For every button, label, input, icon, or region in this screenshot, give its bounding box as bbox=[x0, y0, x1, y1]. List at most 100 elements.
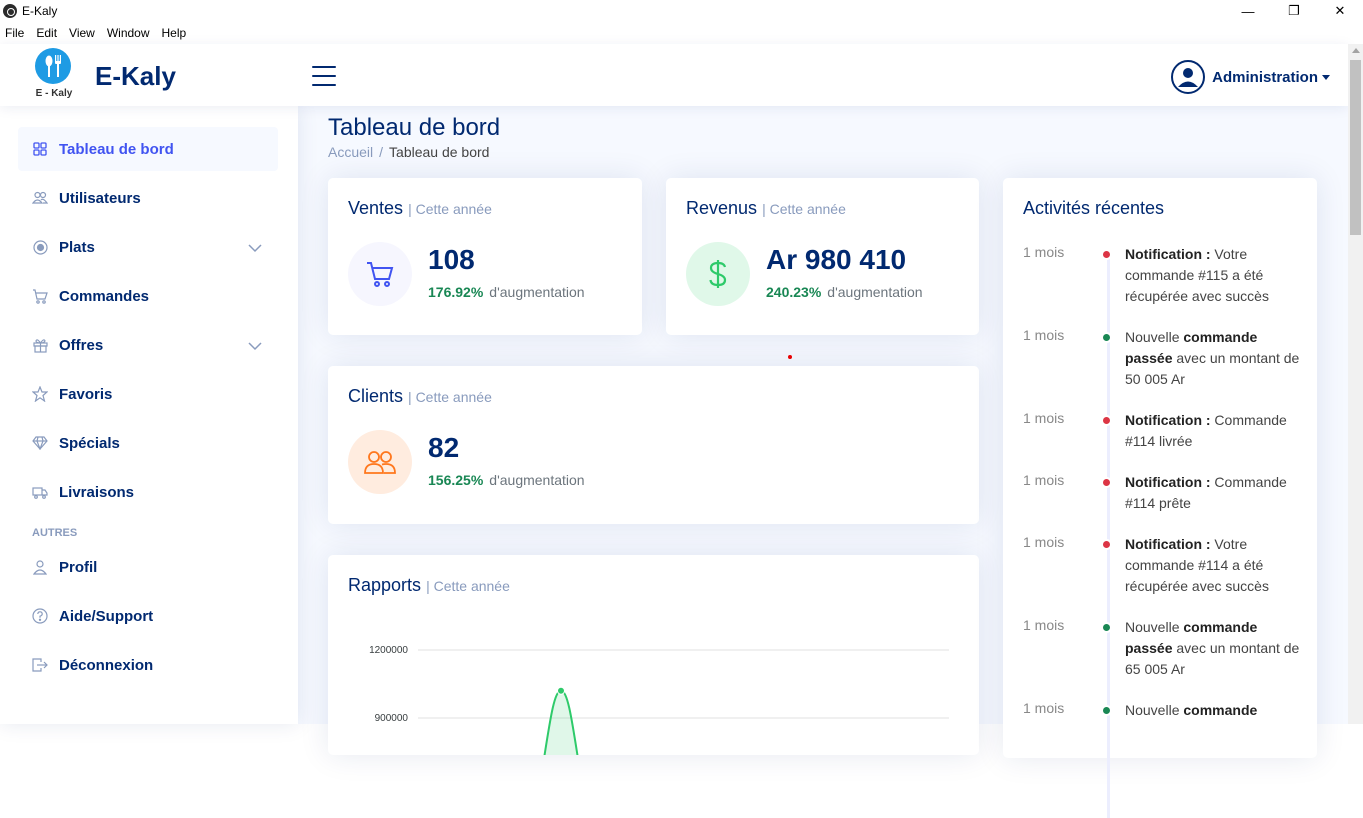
marker-dot bbox=[788, 355, 792, 359]
activity-dot-icon bbox=[1101, 705, 1112, 716]
card-title-text: Revenus bbox=[686, 198, 758, 218]
sidebar-item-label: Livraisons bbox=[59, 483, 135, 501]
menu-window[interactable]: Window bbox=[107, 26, 150, 40]
card-title: Activités récentes bbox=[1023, 198, 1165, 218]
caret-down-icon bbox=[1322, 74, 1330, 80]
menu-toggle-icon[interactable] bbox=[312, 66, 336, 86]
chart-data-point[interactable] bbox=[557, 686, 565, 695]
maximize-button[interactable]: ❐ bbox=[1271, 0, 1317, 22]
window-title: E-Kaly bbox=[22, 4, 58, 18]
reports-chart: 1200000 900000 bbox=[369, 645, 949, 755]
sidebar-item-aide-support[interactable]: Aide/Support bbox=[18, 594, 278, 638]
recent-activity-card: Activités récentes 1 mois Notification : … bbox=[1003, 178, 1317, 818]
person-icon bbox=[32, 559, 48, 575]
card-title: Clients | Cette année bbox=[348, 386, 492, 407]
main-content: Tableau de bord Accueil / Tableau de bord … bbox=[298, 106, 1348, 818]
revenue-pct: 240.23% bbox=[766, 284, 822, 300]
sidebar-item-specials[interactable]: Spécials bbox=[18, 421, 278, 465]
card-period: | Cette année bbox=[408, 201, 492, 217]
menu-edit[interactable]: Edit bbox=[36, 26, 57, 40]
activity-text: Notification : Commande #114 prête bbox=[1125, 474, 1287, 511]
sidebar-item-label: Offres bbox=[59, 336, 104, 354]
logo[interactable]: E - Kaly bbox=[32, 48, 76, 102]
trend-label: d'augmentation bbox=[489, 472, 585, 488]
sales-value: 108 bbox=[428, 244, 475, 275]
activity-text: Nouvelle commande bbox=[1125, 702, 1258, 718]
box-arrow-right-icon bbox=[32, 657, 48, 673]
activity-time: 1 mois bbox=[1023, 534, 1065, 550]
sidebar-item-plats[interactable]: Plats bbox=[18, 225, 278, 269]
y-tick-label: 1200000 bbox=[369, 645, 408, 656]
revenue-value: Ar 980 410 bbox=[766, 244, 907, 275]
window-titlebar: E-Kaly — ❐ ✕ bbox=[0, 0, 1363, 22]
app-header: E - Kaly E-Kaly Administration bbox=[0, 44, 1348, 106]
sidebar-item-label: Plats bbox=[59, 238, 95, 256]
card-period: | Cette année bbox=[426, 578, 510, 594]
window-controls: — ❐ ✕ bbox=[1225, 0, 1363, 22]
customers-trend: 156.25% d'augmentation bbox=[428, 472, 585, 488]
activity-dot-icon bbox=[1101, 249, 1112, 260]
sidebar-item-label: Déconnexion bbox=[59, 656, 154, 674]
sidebar-item-label: Commandes bbox=[59, 287, 150, 305]
close-button[interactable]: ✕ bbox=[1317, 0, 1363, 22]
chevron-down-icon[interactable] bbox=[248, 338, 262, 355]
page-scrollbar[interactable] bbox=[1348, 44, 1363, 724]
breadcrumb: Accueil / Tableau de bord bbox=[328, 144, 489, 160]
people-icon bbox=[348, 430, 412, 494]
trend-label: d'augmentation bbox=[489, 284, 585, 300]
menu-view[interactable]: View bbox=[69, 26, 95, 40]
sidebar-item-favoris[interactable]: Favoris bbox=[18, 372, 278, 416]
menu-file[interactable]: File bbox=[5, 26, 24, 40]
activity-text: Nouvelle commande passée avec un montant… bbox=[1125, 619, 1300, 677]
sidebar-item-label: Profil bbox=[59, 558, 98, 576]
sidebar-item-tableau-de-bord[interactable]: Tableau de bord bbox=[18, 127, 278, 171]
revenue-trend: 240.23% d'augmentation bbox=[766, 284, 923, 300]
sidebar-item-commandes[interactable]: Commandes bbox=[18, 274, 278, 318]
currency-dollar-icon bbox=[686, 242, 750, 306]
sidebar-item-profil[interactable]: Profil bbox=[18, 545, 278, 589]
customers-card: Clients | Cette année 82 156.25% d'augmen… bbox=[328, 366, 979, 524]
card-title: Rapports | Cette année bbox=[348, 575, 510, 596]
menu-help[interactable]: Help bbox=[162, 26, 187, 40]
y-tick-label: 900000 bbox=[375, 713, 409, 724]
card-title: Revenus | Cette année bbox=[686, 198, 846, 219]
activity-time: 1 mois bbox=[1023, 327, 1065, 343]
activity-time: 1 mois bbox=[1023, 472, 1065, 488]
breadcrumb-current: Tableau de bord bbox=[389, 144, 490, 160]
minimize-button[interactable]: — bbox=[1225, 0, 1271, 22]
breadcrumb-separator: / bbox=[379, 144, 384, 160]
activity-dot-icon bbox=[1101, 622, 1112, 633]
sidebar-item-utilisateurs[interactable]: Utilisateurs bbox=[18, 176, 278, 220]
sidebar-item-offres[interactable]: Offres bbox=[18, 323, 278, 367]
sidebar-item-label: Favoris bbox=[59, 385, 113, 403]
profile-name: Administration bbox=[1212, 68, 1318, 86]
scroll-thumb[interactable] bbox=[1350, 60, 1361, 235]
customers-pct: 156.25% bbox=[428, 472, 484, 488]
profile-dropdown[interactable]: Administration bbox=[1171, 60, 1330, 94]
trend-label: d'augmentation bbox=[827, 284, 923, 300]
activity-time: 1 mois bbox=[1023, 617, 1065, 633]
sidebar-item-livraisons[interactable]: Livraisons bbox=[18, 470, 278, 514]
chevron-down-icon[interactable] bbox=[248, 240, 262, 257]
activity-dot-icon bbox=[1101, 332, 1112, 343]
cart-icon bbox=[348, 242, 412, 306]
activity-text: Nouvelle commande passée avec un montant… bbox=[1125, 329, 1300, 387]
brand-title[interactable]: E-Kaly bbox=[95, 61, 176, 92]
truck-icon bbox=[32, 484, 48, 500]
sidebar-item-label: Aide/Support bbox=[59, 607, 154, 625]
activity-dot-icon bbox=[1101, 539, 1112, 550]
sidebar-item-deconnexion[interactable]: Déconnexion bbox=[18, 643, 278, 687]
question-circle-icon bbox=[32, 608, 48, 624]
scroll-up-icon[interactable] bbox=[1352, 48, 1360, 53]
grid-icon bbox=[32, 141, 48, 157]
sidebar-item-label: Spécials bbox=[59, 434, 120, 452]
sales-trend: 176.92% d'augmentation bbox=[428, 284, 585, 300]
menubar: File Edit View Window Help bbox=[0, 22, 198, 44]
sidebar-item-label: Tableau de bord bbox=[59, 140, 174, 158]
activity-text: Notification : Commande #114 livrée bbox=[1125, 412, 1287, 449]
card-period: | Cette année bbox=[408, 389, 492, 405]
card-title-text: Rapports bbox=[348, 575, 422, 595]
sales-pct: 176.92% bbox=[428, 284, 484, 300]
breadcrumb-home[interactable]: Accueil bbox=[328, 144, 373, 160]
activity-dot-icon bbox=[1101, 415, 1112, 426]
